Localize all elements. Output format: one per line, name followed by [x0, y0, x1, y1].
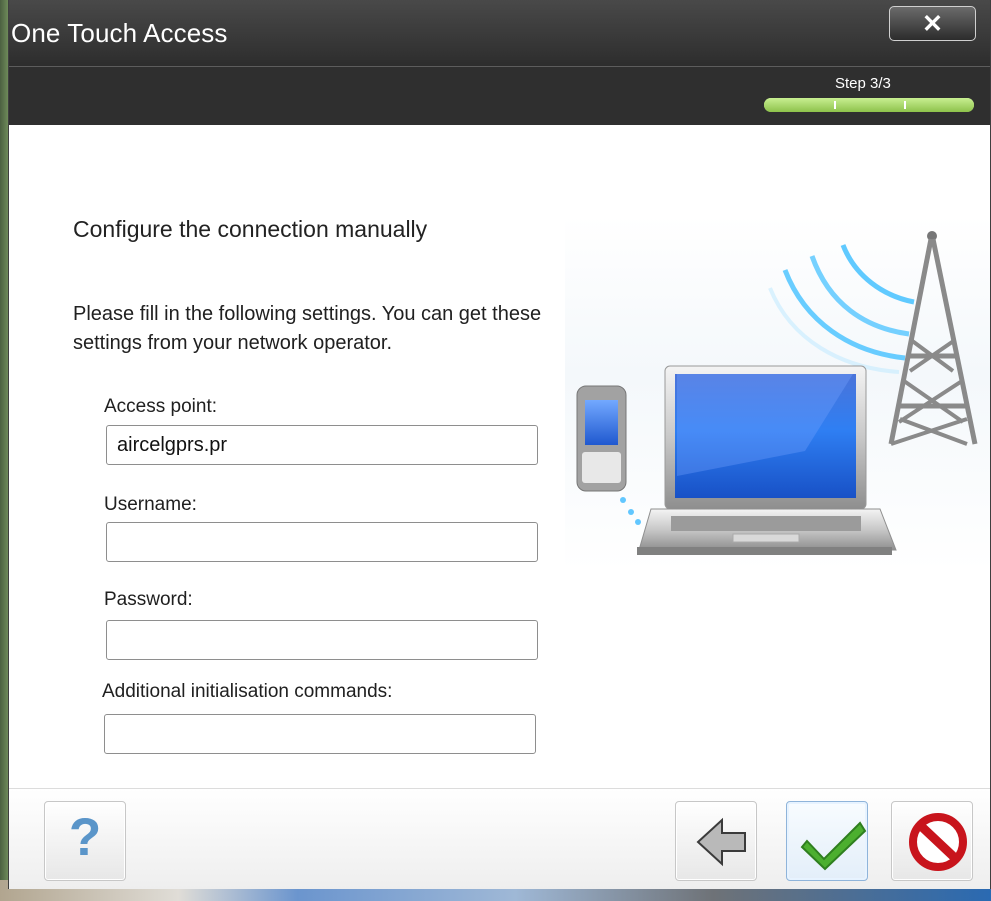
progress-tick: [904, 101, 906, 109]
step-label: Step 3/3: [835, 75, 891, 92]
back-arrow-icon: [696, 817, 746, 867]
connection-illustration: [565, 216, 990, 571]
wizard-footer: ?: [9, 788, 990, 889]
step-progress-fill: [764, 98, 974, 112]
help-button[interactable]: ?: [44, 801, 126, 881]
instructions-text: Please fill in the following settings. Y…: [73, 303, 542, 354]
wizard-step-bar: Step 3/3: [9, 67, 990, 125]
window-title: One Touch Access: [11, 18, 228, 48]
cell-tower-icon: [888, 231, 978, 446]
cancel-icon: [909, 813, 967, 871]
additional-commands-input[interactable]: [104, 714, 536, 754]
title-bar: One Touch Access ✕: [9, 0, 990, 67]
username-label: Username:: [104, 494, 197, 515]
wifi-signal-icon: [768, 244, 915, 374]
access-point-label: Access point:: [104, 396, 217, 417]
check-icon: [800, 821, 867, 871]
access-point-input[interactable]: [106, 425, 538, 465]
cancel-button[interactable]: [891, 801, 973, 881]
additional-commands-label: Additional initialisation commands:: [102, 681, 393, 702]
username-input[interactable]: [106, 522, 538, 562]
network-connection-image: [576, 231, 978, 555]
page-title: Configure the connection manually: [73, 216, 428, 242]
help-icon: ?: [68, 808, 102, 867]
password-input[interactable]: [106, 620, 538, 660]
laptop-icon: [637, 365, 897, 555]
back-button[interactable]: [675, 801, 757, 881]
step-progress-bar: [764, 98, 974, 112]
confirm-button[interactable]: [786, 801, 868, 881]
progress-tick: [834, 101, 836, 109]
password-label: Password:: [104, 589, 193, 610]
mobile-phone-icon: [576, 385, 641, 525]
close-button[interactable]: ✕: [889, 6, 976, 41]
one-touch-access-window: One Touch Access ✕ Step 3/3 Configure th…: [8, 0, 991, 889]
